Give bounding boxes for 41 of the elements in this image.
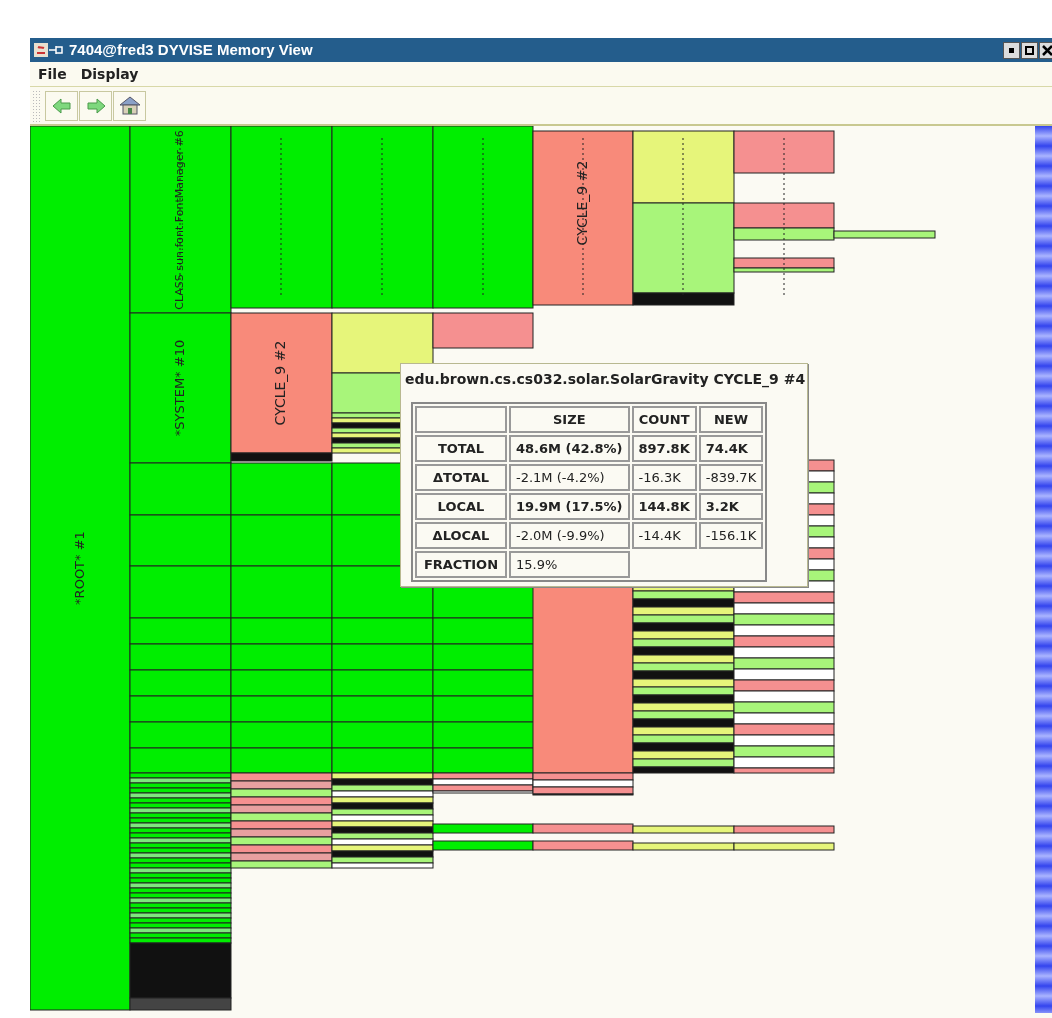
table-cell: 3.2K (698, 493, 764, 520)
row-header: ΔTOTAL (415, 464, 507, 491)
row-header: ΔLOCAL (415, 522, 507, 549)
maximize-button[interactable] (1021, 41, 1038, 59)
window-title: 7404@fred3 DYVISE Memory View (69, 39, 313, 60)
node-label: *SYSTEM* #10 (171, 339, 187, 437)
table-cell: 15.9% (509, 551, 630, 578)
home-icon (118, 95, 141, 116)
pin-icon[interactable] (49, 45, 63, 55)
row-header: LOCAL (415, 493, 507, 520)
column-header: SIZE (509, 406, 630, 433)
right-arrow-icon (85, 97, 106, 114)
table-cell: 74.4K (698, 435, 764, 462)
table-cell: -16.3K (631, 464, 697, 491)
table-cell: -839.7K (698, 464, 764, 491)
node-label: CYCLE_9 #2 (574, 160, 590, 246)
table-cell: 19.9M (17.5%) (509, 493, 630, 520)
popup-title: edu.brown.cs.cs032.solar.SolarGravity CYCLE_9 #4 (405, 370, 803, 390)
table-cell: -2.1M (-4.2%) (509, 464, 630, 491)
close-button[interactable] (1039, 41, 1052, 59)
home-button[interactable] (113, 90, 146, 121)
node-label: *ROOT* #1 (71, 531, 87, 605)
app-icon (34, 43, 48, 57)
column-header: NEW (698, 406, 764, 433)
row-header: TOTAL (415, 435, 507, 462)
menu-item[interactable]: File (38, 63, 67, 85)
table-cell: -156.1K (698, 522, 764, 549)
table-cell: 897.8K (631, 435, 697, 462)
column-header: COUNT (631, 406, 697, 433)
node-label: CLASS sun.font.FontManager #6 (173, 130, 186, 310)
table-cell: 48.6M (42.8%) (509, 435, 630, 462)
row-header: FRACTION (415, 551, 507, 578)
scrollbar[interactable] (1035, 126, 1052, 1013)
toolbar-grip[interactable] (32, 89, 40, 122)
table-cell: 144.8K (631, 493, 697, 520)
minimize-button[interactable] (1003, 41, 1020, 59)
node-label: CYCLE_9 #2 (272, 340, 288, 426)
table-cell: -14.4K (631, 522, 697, 549)
left-arrow-icon (51, 97, 72, 114)
menu-item[interactable]: Display (80, 63, 139, 85)
table-cell: -2.0M (-9.9%) (509, 522, 630, 549)
